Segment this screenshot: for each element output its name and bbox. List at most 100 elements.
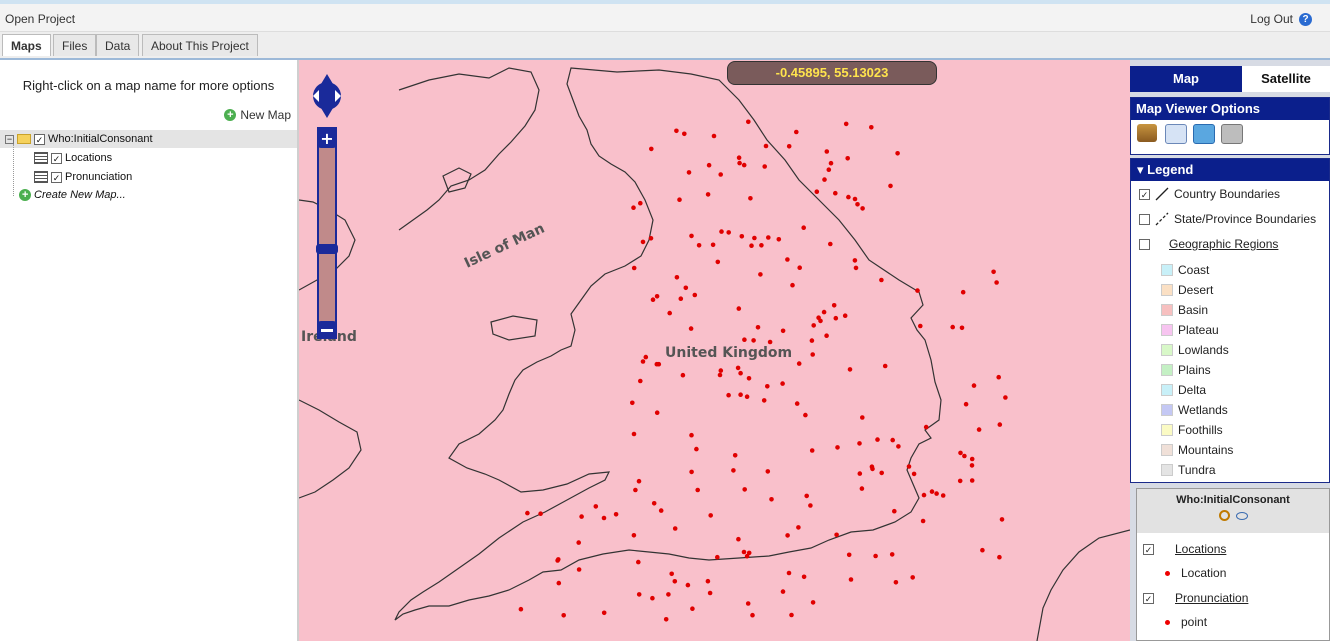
location-point[interactable] <box>843 121 849 127</box>
location-point[interactable] <box>636 592 642 597</box>
location-point[interactable] <box>682 131 687 137</box>
location-point[interactable] <box>556 580 562 586</box>
location-point[interactable] <box>809 448 815 453</box>
location-point[interactable] <box>969 463 975 468</box>
location-point[interactable] <box>694 446 699 452</box>
location-point[interactable] <box>744 394 750 400</box>
location-point[interactable] <box>896 444 901 449</box>
location-point[interactable] <box>822 177 827 182</box>
location-point[interactable] <box>853 265 859 271</box>
location-point[interactable] <box>746 119 751 125</box>
location-point[interactable] <box>997 554 1002 560</box>
location-point[interactable] <box>737 160 742 166</box>
location-point[interactable] <box>879 277 884 283</box>
location-point[interactable] <box>957 478 963 484</box>
location-point[interactable] <box>739 234 745 239</box>
location-point[interactable] <box>707 590 713 596</box>
location-point[interactable] <box>963 401 969 407</box>
location-point[interactable] <box>824 333 829 339</box>
location-point[interactable] <box>651 501 657 506</box>
location-point[interactable] <box>969 478 975 483</box>
location-point[interactable] <box>736 536 741 542</box>
location-point[interactable] <box>911 471 917 477</box>
location-point[interactable] <box>666 592 671 597</box>
location-point[interactable] <box>738 392 743 398</box>
location-point[interactable] <box>962 453 967 459</box>
location-point[interactable] <box>755 325 761 330</box>
location-point[interactable] <box>809 338 815 343</box>
location-point[interactable] <box>685 582 691 588</box>
geographic-regions-label[interactable]: Geographic Regions <box>1169 237 1278 251</box>
zoom-out-icon[interactable] <box>321 329 333 332</box>
location-point[interactable] <box>711 133 717 139</box>
location-point[interactable] <box>742 487 747 492</box>
location-point[interactable] <box>857 441 862 446</box>
pan-up-icon[interactable] <box>321 74 333 84</box>
location-point[interactable] <box>683 285 689 291</box>
location-point[interactable] <box>630 400 635 406</box>
zoom-in-icon[interactable]: + <box>320 129 333 148</box>
location-point[interactable] <box>674 128 679 134</box>
location-point[interactable] <box>934 491 939 496</box>
location-point[interactable] <box>762 164 767 169</box>
location-point[interactable] <box>705 578 711 584</box>
location-point[interactable] <box>767 339 773 345</box>
location-point[interactable] <box>636 478 642 484</box>
legend-header[interactable]: ▾ Legend <box>1131 159 1329 181</box>
location-point[interactable] <box>860 415 865 420</box>
location-point[interactable] <box>797 265 802 270</box>
location-point[interactable] <box>794 401 800 406</box>
location-point[interactable] <box>640 359 646 364</box>
location-point[interactable] <box>738 370 743 376</box>
location-point[interactable] <box>689 469 694 475</box>
location-point[interactable] <box>643 354 649 360</box>
pronunciation-layer-label[interactable]: Pronunciation <box>1175 591 1248 605</box>
location-point[interactable] <box>846 552 852 558</box>
location-point[interactable] <box>613 512 619 517</box>
location-point[interactable] <box>688 326 694 331</box>
location-point[interactable] <box>752 235 757 241</box>
location-point[interactable] <box>765 384 770 389</box>
locations-layer-label[interactable]: Locations <box>1175 542 1226 556</box>
location-point[interactable] <box>1003 395 1008 400</box>
geographic-regions-checkbox[interactable] <box>1139 238 1150 250</box>
location-point[interactable] <box>859 486 865 491</box>
location-point[interactable] <box>810 352 815 357</box>
location-point[interactable] <box>654 410 660 416</box>
location-point[interactable] <box>735 365 741 371</box>
location-point[interactable] <box>601 515 607 521</box>
location-point[interactable] <box>731 468 736 473</box>
location-point[interactable] <box>997 422 1003 427</box>
location-point[interactable] <box>958 450 963 456</box>
location-point[interactable] <box>669 571 674 577</box>
location-point[interactable] <box>918 323 923 329</box>
link-icon[interactable] <box>1193 124 1215 144</box>
location-point[interactable] <box>672 526 678 531</box>
location-point[interactable] <box>745 601 751 606</box>
location-point[interactable] <box>631 431 637 437</box>
pan-down-icon[interactable] <box>321 108 333 118</box>
location-point[interactable] <box>649 146 654 152</box>
location-point[interactable] <box>717 372 723 378</box>
location-point[interactable] <box>810 600 816 605</box>
location-point[interactable] <box>888 183 893 189</box>
location-point[interactable] <box>845 156 850 161</box>
location-point[interactable] <box>786 570 792 576</box>
location-point[interactable] <box>824 149 830 154</box>
location-point[interactable] <box>638 378 643 384</box>
location-point[interactable] <box>715 259 721 265</box>
location-point[interactable] <box>658 508 664 513</box>
map-canvas[interactable]: Isle of Man Ireland United Kingdom -0.45… <box>299 60 1130 641</box>
location-point[interactable] <box>960 289 966 295</box>
location-point[interactable] <box>746 376 752 381</box>
pronunciation-label[interactable]: Pronunciation <box>65 171 132 183</box>
eye-icon[interactable] <box>1235 512 1248 520</box>
location-point[interactable] <box>786 144 792 149</box>
location-point[interactable] <box>996 374 1001 380</box>
ruler-icon[interactable] <box>1137 124 1157 142</box>
location-point[interactable] <box>576 540 581 545</box>
location-point[interactable] <box>991 269 996 275</box>
location-point[interactable] <box>696 243 702 248</box>
location-point[interactable] <box>636 559 641 565</box>
pronunciation-layer-checkbox[interactable]: ✓ <box>1143 592 1154 604</box>
